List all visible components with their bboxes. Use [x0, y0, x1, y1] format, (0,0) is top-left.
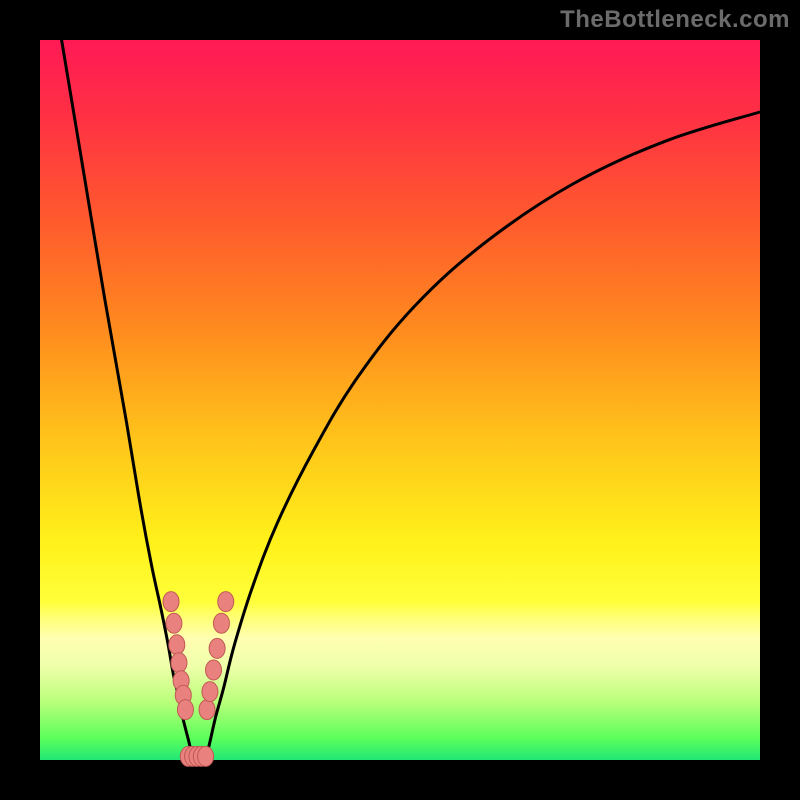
sample-dot: [169, 635, 185, 655]
sample-dot: [163, 592, 179, 612]
sample-dot: [218, 592, 234, 612]
watermark-text: TheBottleneck.com: [560, 6, 790, 34]
bottleneck-curve-plot: [40, 40, 760, 760]
sample-dot: [166, 613, 182, 633]
sample-dot: [206, 660, 222, 680]
right-branch-curve: [206, 112, 760, 760]
sample-dot: [209, 638, 225, 658]
sample-dot: [198, 746, 214, 766]
sample-dot: [199, 700, 215, 720]
sample-dot: [213, 613, 229, 633]
sample-dot: [171, 653, 187, 673]
sample-dot: [202, 682, 218, 702]
sample-dots: [163, 592, 234, 767]
sample-dot: [177, 700, 193, 720]
